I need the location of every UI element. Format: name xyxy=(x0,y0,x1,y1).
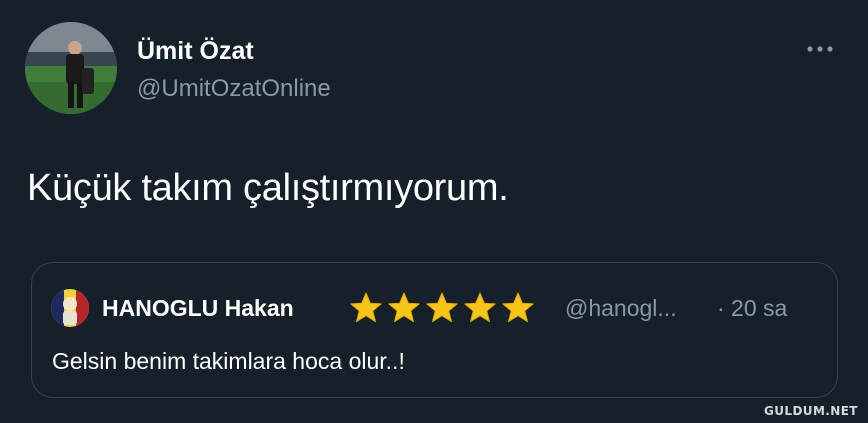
star-emoji-icon xyxy=(464,292,496,323)
star-emoji-icon xyxy=(388,292,420,323)
more-horizontal-icon[interactable] xyxy=(805,36,835,62)
quoted-tweet-text: Gelsin benim takimlara hoca olur..! xyxy=(52,348,405,374)
star-emoji-icon xyxy=(502,292,534,323)
author-name[interactable]: Ümit Özat xyxy=(137,36,254,66)
quoted-tweet[interactable]: HANOGLU Hakan @hanogl... · 20 sa Gelsin … xyxy=(31,262,838,398)
star-emoji-icon xyxy=(426,292,458,323)
star-emoji-icon xyxy=(350,292,382,323)
watermark: GULDUM.NET xyxy=(764,404,858,418)
quoted-author-name[interactable]: HANOGLU Hakan xyxy=(102,293,294,323)
quoted-author-avatar[interactable] xyxy=(51,289,89,327)
quoted-author-handle[interactable]: @hanogl... xyxy=(565,293,677,323)
tweet-card: Ümit Özat @UmitOzatOnline Küçük takım ça… xyxy=(0,0,868,423)
author-handle[interactable]: @UmitOzatOnline xyxy=(137,74,331,104)
quoted-tweet-time[interactable]: · 20 sa xyxy=(717,293,787,323)
quoted-author-stars xyxy=(348,290,536,326)
author-avatar[interactable] xyxy=(25,22,117,114)
tweet-text: Küçük takım çalıştırmıyorum. xyxy=(27,167,509,209)
